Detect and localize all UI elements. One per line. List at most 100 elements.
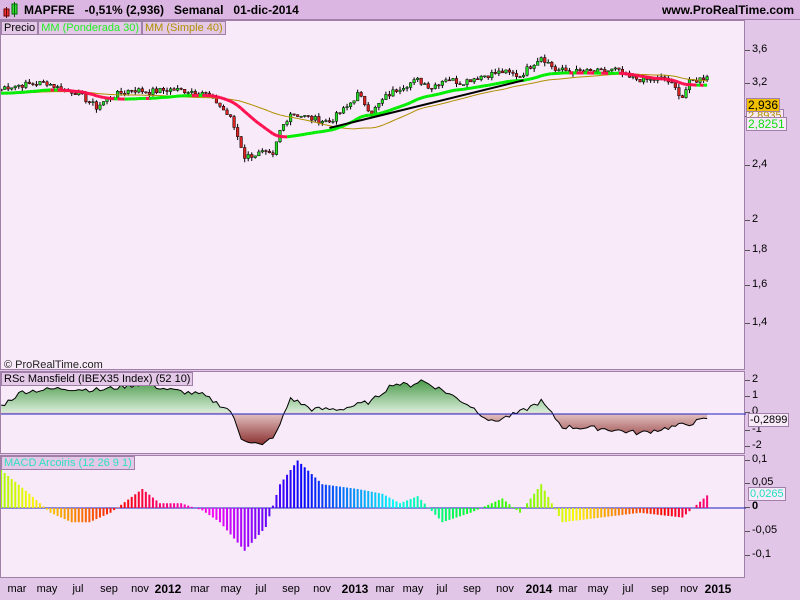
wma30-segment (85, 91, 90, 96)
candle-body (613, 67, 617, 70)
candle-body (419, 77, 423, 85)
candle-body (257, 151, 261, 157)
macd-bar (624, 508, 627, 515)
candle-body (532, 65, 536, 69)
macd-bar (494, 501, 497, 508)
macd-bar (257, 508, 260, 535)
candle-body (334, 112, 339, 122)
site-link[interactable]: www.ProRealTime.com (662, 3, 794, 17)
candle-body (409, 82, 413, 88)
wma30-segment (395, 105, 401, 110)
macd-bar (420, 499, 423, 508)
wma30-segment (505, 79, 510, 84)
macd-bar (300, 463, 303, 508)
wma30-segment (388, 107, 394, 112)
wma30-segment (664, 77, 669, 82)
macd-bar (674, 508, 677, 517)
macd-bar (74, 508, 77, 523)
candle-body (274, 141, 279, 155)
macd-bar (17, 484, 20, 508)
y-tick-label: 2,4 (752, 158, 768, 170)
wma30-segment (243, 110, 250, 116)
candle-body (617, 67, 621, 70)
x-tick-label: nov (680, 583, 698, 595)
wma30-segment (286, 134, 291, 139)
macd-bar (141, 489, 144, 508)
candle-body (84, 93, 88, 102)
wma30-segment (523, 78, 528, 82)
candle-body (179, 88, 183, 90)
candle-body (486, 75, 490, 78)
legend-rsc[interactable]: RSc Mansfield (IBEX35 Index) (52 10) (1, 372, 194, 386)
candle-body (677, 87, 681, 96)
wma30-segment (392, 106, 397, 111)
macd-bar (268, 508, 271, 517)
macd-bar (187, 505, 190, 508)
candle-body (401, 88, 406, 91)
macd-bar (240, 508, 243, 547)
wma30-segment (445, 89, 450, 94)
macd-bar (173, 503, 176, 508)
macd-bar (346, 487, 349, 508)
macd-bar (208, 508, 211, 516)
copyright: © ProRealTime.com (4, 359, 103, 371)
rsc-panel[interactable]: RSc Mansfield (IBEX35 Index) (52 10) (0, 371, 746, 454)
macd-bar (444, 508, 447, 522)
candle-body (437, 84, 441, 87)
candle-body (289, 113, 293, 122)
price-panel[interactable]: Precio MM (Ponderada 30) MM (Simple 40) … (0, 20, 745, 371)
y-tick-label: 3,2 (752, 76, 768, 88)
macd-bar (123, 502, 126, 508)
legend-price[interactable]: Precio (1, 21, 39, 35)
legend-wma30[interactable]: MM (Ponderada 30) (38, 21, 143, 35)
macd-bar (370, 491, 373, 508)
macd-bar (317, 480, 320, 508)
macd-bar (310, 474, 313, 508)
candle-body (161, 88, 166, 91)
candle-body (101, 101, 106, 106)
macd-bar (670, 508, 673, 517)
macd-bar (1, 470, 3, 508)
macd-bar (289, 470, 292, 508)
candle-body (384, 94, 388, 100)
candle-body (264, 150, 268, 152)
x-tick-label: jul (436, 583, 448, 595)
candle-body (176, 88, 180, 91)
wma30-segment (385, 109, 390, 113)
macd-bar (628, 508, 631, 515)
macd-bar (667, 508, 670, 516)
wma30-segment (632, 73, 637, 77)
last-price-badge: 2,936 (746, 98, 781, 112)
candle-body (137, 88, 141, 93)
macd-bar (349, 488, 352, 508)
candle-body (250, 154, 254, 158)
macd-bar (384, 495, 387, 508)
macd-bar (211, 508, 214, 518)
wma30-segment (92, 93, 97, 98)
wma30-segment (226, 98, 232, 103)
macd-bar (367, 491, 370, 508)
wma30-segment (438, 91, 443, 96)
y-tick (745, 483, 750, 484)
candle-body (299, 116, 303, 118)
macd-bar (31, 496, 34, 508)
macd-bar (406, 500, 409, 508)
x-tick-label: may (220, 583, 242, 595)
macd-panel[interactable]: MACD Arcoiris (12 26 9 1) (0, 455, 746, 578)
legend-macd[interactable]: MACD Arcoiris (12 26 9 1) (1, 456, 135, 470)
macd-bar (162, 503, 165, 508)
candlestick-icon (3, 2, 18, 18)
macd-bar (483, 506, 486, 508)
macd-bar (536, 489, 539, 508)
candle-body (349, 102, 353, 107)
macd-bar (547, 496, 550, 508)
y-tick (745, 396, 750, 397)
legend-sma40[interactable]: MM (Simple 40) (142, 21, 226, 35)
x-tick-label: may (587, 583, 609, 595)
candle-body (557, 69, 561, 72)
wma30-segment (526, 77, 531, 82)
wma30-segment (540, 73, 546, 78)
candle-body (98, 104, 102, 110)
macd-bar (684, 508, 687, 515)
candle-body (246, 154, 250, 159)
